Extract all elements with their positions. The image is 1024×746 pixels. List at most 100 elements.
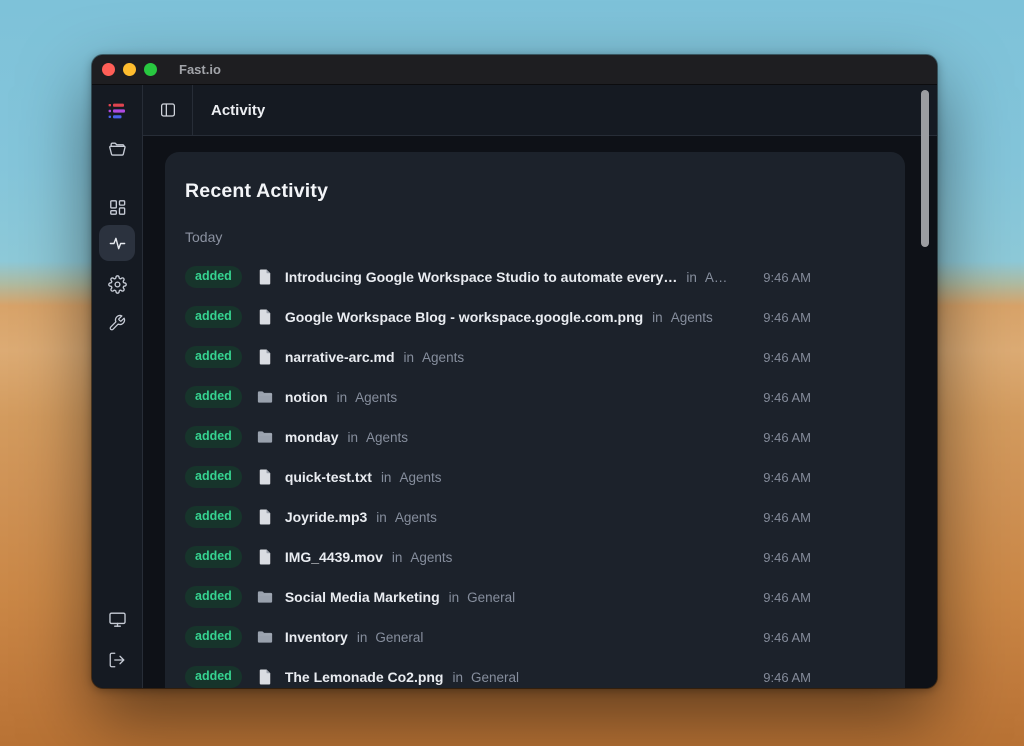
- item-location: Agents: [671, 310, 713, 325]
- added-badge: added: [185, 306, 242, 328]
- item-location: A…: [705, 270, 728, 285]
- activity-list: added Introducing Google Workspace Studi…: [185, 257, 885, 688]
- recent-activity-card: Recent Activity Today added Introducing …: [165, 152, 905, 688]
- window-title: Fast.io: [179, 62, 221, 77]
- main-area: Activity Recent Activity Today added Int…: [143, 85, 937, 688]
- item-connector: in: [652, 310, 663, 325]
- added-badge: added: [185, 546, 242, 568]
- section-label-today: Today: [185, 229, 885, 245]
- zoom-button[interactable]: [144, 63, 157, 76]
- item-connector: in: [686, 270, 697, 285]
- item-name: quick-test.txt: [285, 469, 372, 485]
- item-location: Agents: [355, 390, 397, 405]
- item-time: 9:46 AM: [763, 390, 811, 405]
- activity-row[interactable]: added Inventory in General 9:46 AM: [185, 617, 885, 657]
- item-location: General: [471, 670, 519, 685]
- item-time: 9:46 AM: [763, 510, 811, 525]
- item-location: General: [467, 590, 515, 605]
- activity-row[interactable]: added narrative-arc.md in Agents 9:46 AM: [185, 337, 885, 377]
- page-title: Activity: [211, 102, 265, 119]
- added-badge: added: [185, 666, 242, 688]
- logout-icon[interactable]: [99, 642, 135, 678]
- dashboard-icon[interactable]: [99, 189, 135, 225]
- activity-row[interactable]: added Social Media Marketing in General …: [185, 577, 885, 617]
- item-location: Agents: [395, 510, 437, 525]
- item-time: 9:46 AM: [763, 310, 811, 325]
- activity-nav-icon[interactable]: [99, 225, 135, 261]
- item-time: 9:46 AM: [763, 430, 811, 445]
- activity-row[interactable]: added Introducing Google Workspace Studi…: [185, 257, 885, 297]
- item-connector: in: [453, 670, 464, 685]
- item-name: Introducing Google Workspace Studio to a…: [285, 269, 678, 285]
- item-location: Agents: [410, 550, 452, 565]
- item-connector: in: [357, 630, 368, 645]
- item-location: General: [375, 630, 423, 645]
- added-badge: added: [185, 386, 242, 408]
- file-icon: [256, 308, 274, 326]
- folder-icon: [256, 428, 274, 446]
- item-connector: in: [449, 590, 460, 605]
- added-badge: added: [185, 426, 242, 448]
- activity-row[interactable]: added monday in Agents 9:46 AM: [185, 417, 885, 457]
- file-icon: [256, 268, 274, 286]
- tools-wrench-icon[interactable]: [99, 305, 135, 341]
- item-name: Joyride.mp3: [285, 509, 367, 525]
- folder-icon: [256, 588, 274, 606]
- file-icon: [256, 468, 274, 486]
- file-icon: [256, 668, 274, 686]
- item-name: The Lemonade Co2.png: [285, 669, 444, 685]
- item-connector: in: [348, 430, 359, 445]
- settings-gear-icon[interactable]: [99, 266, 135, 302]
- added-badge: added: [185, 626, 242, 648]
- minimize-button[interactable]: [123, 63, 136, 76]
- item-name: IMG_4439.mov: [285, 549, 383, 565]
- file-icon: [256, 548, 274, 566]
- panel-toggle-icon[interactable]: [143, 85, 193, 135]
- item-time: 9:46 AM: [763, 350, 811, 365]
- item-connector: in: [376, 510, 387, 525]
- item-time: 9:46 AM: [763, 590, 811, 605]
- item-name: Social Media Marketing: [285, 589, 440, 605]
- scrollbar-thumb[interactable]: [921, 90, 929, 247]
- item-connector: in: [392, 550, 403, 565]
- sidebar: [92, 85, 143, 688]
- display-icon[interactable]: [99, 601, 135, 637]
- item-time: 9:46 AM: [763, 630, 811, 645]
- activity-row[interactable]: added Joyride.mp3 in Agents 9:46 AM: [185, 497, 885, 537]
- activity-row[interactable]: added IMG_4439.mov in Agents 9:46 AM: [185, 537, 885, 577]
- item-name: notion: [285, 389, 328, 405]
- item-name: Google Workspace Blog - workspace.google…: [285, 309, 643, 325]
- titlebar: Fast.io: [92, 55, 937, 85]
- app-window: Fast.io: [92, 55, 937, 688]
- item-time: 9:46 AM: [763, 550, 811, 565]
- page-header: Activity: [143, 85, 937, 136]
- item-name: monday: [285, 429, 339, 445]
- item-time: 9:46 AM: [763, 270, 811, 285]
- content-area: Recent Activity Today added Introducing …: [143, 136, 937, 688]
- close-button[interactable]: [102, 63, 115, 76]
- file-icon: [256, 348, 274, 366]
- window-controls: [102, 63, 157, 76]
- folder-icon: [256, 388, 274, 406]
- item-name: Inventory: [285, 629, 348, 645]
- added-badge: added: [185, 266, 242, 288]
- added-badge: added: [185, 506, 242, 528]
- activity-row[interactable]: added Google Workspace Blog - workspace.…: [185, 297, 885, 337]
- app-logo-icon[interactable]: [99, 93, 135, 129]
- folder-icon: [256, 628, 274, 646]
- item-connector: in: [404, 350, 415, 365]
- activity-row[interactable]: added notion in Agents 9:46 AM: [185, 377, 885, 417]
- folder-nav-icon[interactable]: [99, 131, 135, 167]
- activity-row[interactable]: added The Lemonade Co2.png in General 9:…: [185, 657, 885, 688]
- added-badge: added: [185, 466, 242, 488]
- card-title: Recent Activity: [185, 180, 885, 203]
- activity-row[interactable]: added quick-test.txt in Agents 9:46 AM: [185, 457, 885, 497]
- item-location: Agents: [366, 430, 408, 445]
- added-badge: added: [185, 346, 242, 368]
- added-badge: added: [185, 586, 242, 608]
- item-location: Agents: [399, 470, 441, 485]
- item-connector: in: [337, 390, 348, 405]
- item-connector: in: [381, 470, 392, 485]
- file-icon: [256, 508, 274, 526]
- item-time: 9:46 AM: [763, 670, 811, 685]
